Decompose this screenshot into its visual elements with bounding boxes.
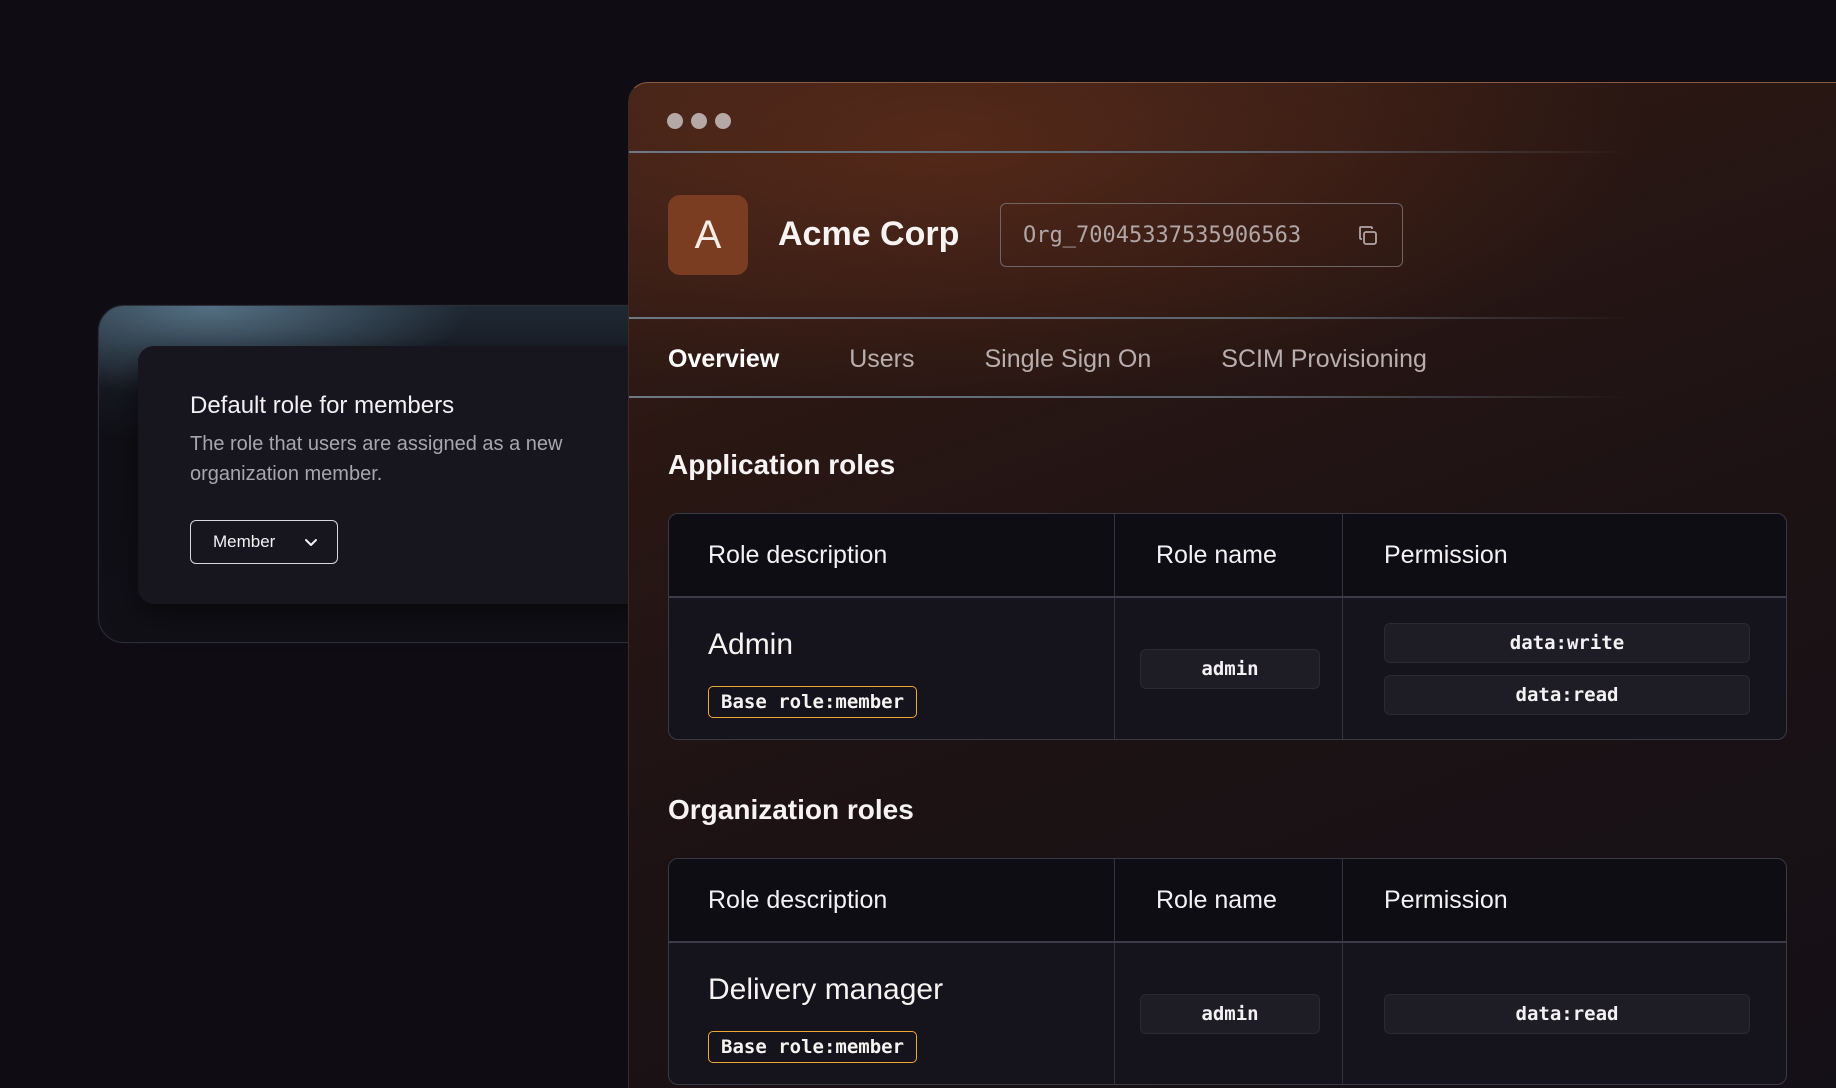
role-description: Admin: [708, 628, 794, 661]
tab-single-sign-on[interactable]: Single Sign On: [984, 345, 1151, 374]
role-name-chip: admin: [1140, 649, 1320, 689]
window-dot-icon[interactable]: [715, 113, 731, 129]
role-description: Delivery manager: [708, 973, 944, 1006]
permission-chip: data:read: [1384, 994, 1750, 1034]
org-id-value: Org_70045337535906563: [1023, 222, 1302, 248]
org-id-field[interactable]: Org_70045337535906563: [1000, 203, 1403, 267]
org-tabs: Overview Users Single Sign On SCIM Provi…: [668, 345, 1497, 374]
organization-roles-table: Role description Role name Permission De…: [668, 858, 1787, 1085]
column-header: Role description: [708, 540, 888, 569]
tab-overview[interactable]: Overview: [668, 345, 779, 374]
organization-roles-title: Organization roles: [668, 794, 914, 825]
table-row[interactable]: Admin Base role:member admin data:write …: [669, 598, 1786, 739]
default-role-select-value: Member: [213, 532, 276, 551]
default-role-description: The role that users are assigned as a ne…: [190, 433, 563, 485]
org-name: Acme Corp: [778, 215, 960, 253]
column-header: Permission: [1384, 885, 1508, 914]
window-controls: [667, 113, 731, 129]
window-dot-icon[interactable]: [691, 113, 707, 129]
copy-icon[interactable]: [1356, 224, 1380, 248]
titlebar-divider: [629, 151, 1629, 153]
organization-window: A Acme Corp Org_70045337535906563 Overvi…: [628, 82, 1836, 1088]
table-header: Role description Role name Permission: [669, 514, 1786, 598]
column-header: Permission: [1384, 540, 1508, 569]
tabs-divider: [629, 396, 1629, 398]
table-header: Role description Role name Permission: [669, 859, 1786, 943]
column-header: Role description: [708, 885, 888, 914]
default-role-card: Default role for members The role that u…: [138, 346, 658, 604]
window-dot-icon[interactable]: [667, 113, 683, 129]
base-role-badge: Base role:member: [708, 1031, 918, 1063]
table-row[interactable]: Delivery manager Base role:member admin …: [669, 943, 1786, 1084]
column-header: Role name: [1156, 885, 1277, 914]
application-roles-title: Application roles: [668, 449, 896, 480]
tab-users[interactable]: Users: [849, 345, 914, 374]
application-roles-table: Role description Role name Permission Ad…: [668, 513, 1787, 740]
org-avatar: A: [668, 195, 748, 275]
permission-chip: data:read: [1384, 675, 1750, 715]
chevron-down-icon: [305, 539, 317, 546]
default-role-select[interactable]: Member: [190, 520, 338, 564]
permission-chip: data:write: [1384, 623, 1750, 663]
tab-scim-provisioning[interactable]: SCIM Provisioning: [1221, 345, 1427, 374]
base-role-badge: Base role:member: [708, 686, 918, 718]
column-header: Role name: [1156, 540, 1277, 569]
header-divider: [629, 317, 1629, 319]
default-role-title: Default role for members: [190, 392, 455, 419]
role-name-chip: admin: [1140, 994, 1320, 1034]
